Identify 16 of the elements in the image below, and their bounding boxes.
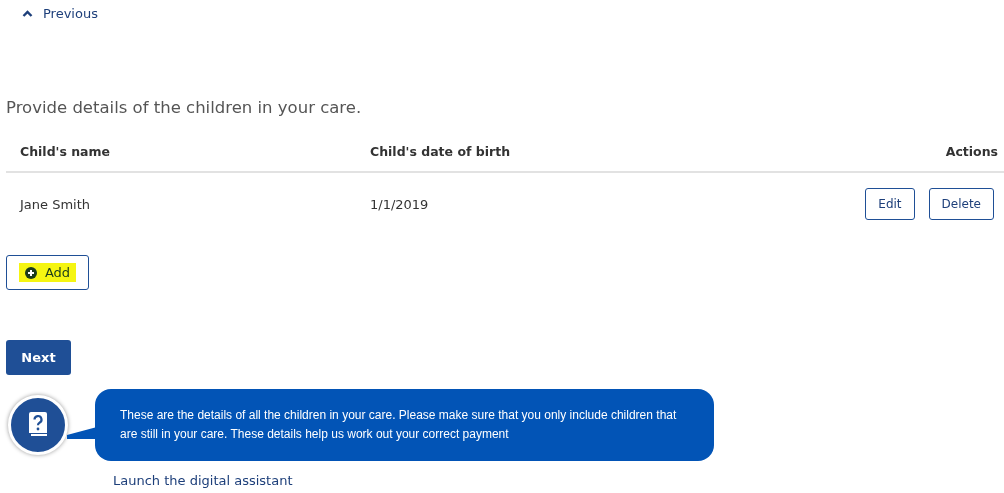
column-header: Child's date of birth [370, 143, 512, 159]
delete-button[interactable]: Delete [928, 188, 994, 220]
table-cell-text: Jane Smith [18, 196, 92, 212]
add-button[interactable]: Add [6, 255, 89, 290]
edit-button[interactable]: Edit [865, 188, 915, 220]
column-header: Child's name [19, 143, 112, 159]
previous-link[interactable]: Previous [22, 6, 98, 21]
caret-up-icon [22, 9, 33, 18]
launch-assistant-link[interactable]: Launch the digital assistant [113, 473, 1004, 488]
table-cell-text: 1/1/2019 [370, 196, 430, 212]
column-header: Actions [945, 143, 999, 159]
plus-circle-icon [24, 266, 37, 279]
page-heading: Provide details of the children in your care. [6, 98, 363, 117]
help-book-icon [27, 411, 49, 439]
next-button[interactable]: Next [6, 340, 71, 375]
assistant-message: These are the details of all the children in your care. Please make sure that you only include children that are still in your care. These details help us work out your correct payment [120, 407, 678, 443]
